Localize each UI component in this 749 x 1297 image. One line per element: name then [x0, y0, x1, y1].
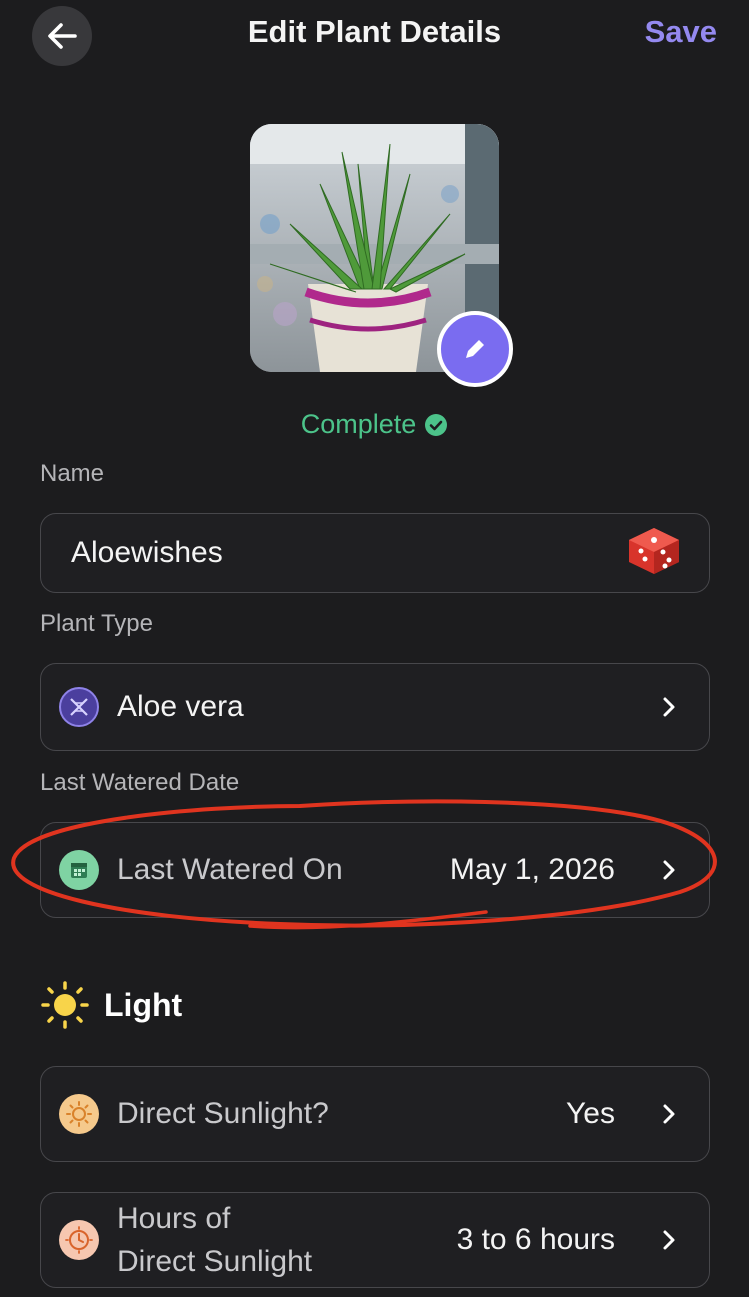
calendar-icon [59, 850, 99, 890]
hours-sunlight-row[interactable]: Hours of Direct Sunlight 3 to 6 hours [40, 1192, 710, 1288]
name-label: Name [40, 460, 105, 487]
hours-sunlight-label-line1: Hours of [117, 1202, 231, 1235]
pencil-icon [466, 340, 484, 358]
last-watered-row-label: Last Watered On [117, 853, 343, 886]
plant-type-field[interactable]: Aloe vera [40, 663, 710, 751]
chevron-right-icon [649, 695, 689, 719]
status-text: Complete [300, 409, 417, 439]
hours-sunlight-label: Hours of Direct Sunlight [117, 1197, 312, 1283]
last-watered-field[interactable]: Last Watered On May 1, 2026 [40, 822, 710, 918]
hours-sunlight-label-line2: Direct Sunlight [117, 1245, 313, 1278]
plant-type-value: Aloe vera [117, 690, 244, 723]
direct-sunlight-row[interactable]: Direct Sunlight? Yes [40, 1066, 710, 1162]
name-field[interactable]: Aloewishes [40, 513, 710, 593]
completion-status: Complete [0, 409, 749, 440]
check-circle-icon [425, 413, 448, 436]
sun-icon [59, 1094, 99, 1134]
chevron-right-icon [649, 858, 689, 882]
chevron-right-icon [649, 1102, 689, 1126]
clock-sun-icon [59, 1220, 99, 1260]
hours-sunlight-value: 3 to 6 hours [456, 1223, 615, 1256]
dna-icon [59, 687, 99, 727]
direct-sunlight-value: Yes [566, 1097, 615, 1130]
dice-icon[interactable] [627, 526, 681, 581]
plant-type-label: Plant Type [40, 610, 153, 637]
last-watered-label: Last Watered Date [40, 769, 240, 796]
chevron-right-icon [649, 1228, 689, 1252]
sun-icon [41, 981, 89, 1029]
direct-sunlight-label: Direct Sunlight? [117, 1097, 329, 1130]
page-title: Edit Plant Details [247, 14, 502, 49]
edit-photo-button[interactable] [437, 311, 513, 387]
light-section-title: Light [40, 980, 182, 1030]
light-section-label: Light [104, 986, 183, 1023]
name-value: Aloewishes [71, 536, 223, 569]
last-watered-value: May 1, 2026 [449, 853, 615, 886]
save-button[interactable]: Save [645, 14, 717, 50]
